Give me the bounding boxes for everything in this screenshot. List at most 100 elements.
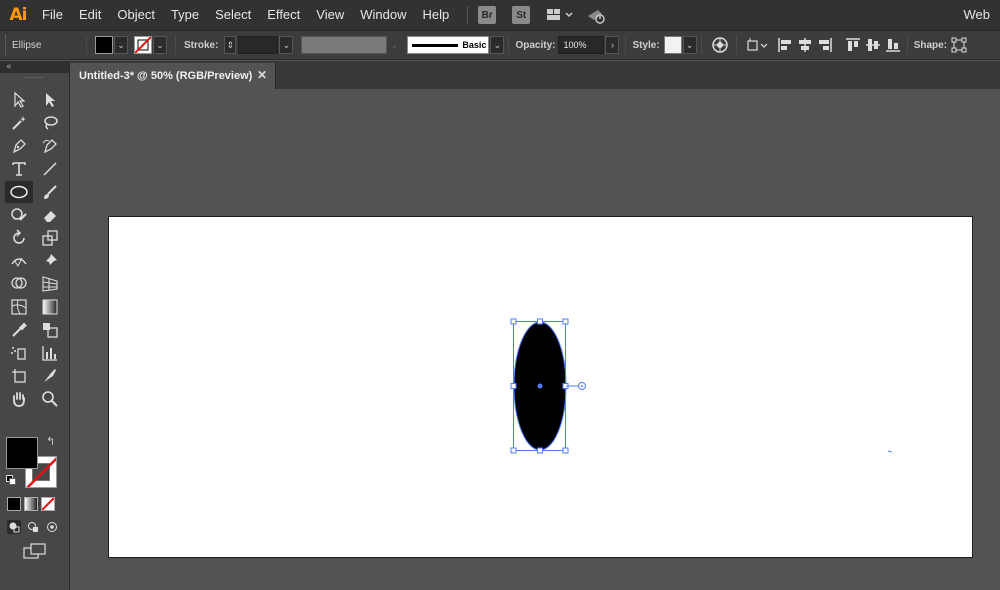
chevron-down-icon: ⌄	[282, 39, 291, 50]
perspective-grid-tool[interactable]	[36, 273, 64, 295]
stroke-weight-field[interactable]	[238, 36, 279, 54]
zoom-tool[interactable]	[36, 388, 64, 410]
fill-swatch[interactable]	[95, 36, 113, 54]
screen-mode-button[interactable]	[23, 543, 47, 563]
document-tab[interactable]: Untitled-3* @ 50% (RGB/Preview) ✕	[70, 63, 276, 89]
draw-normal-button[interactable]	[7, 520, 21, 534]
close-icon[interactable]: ✕	[257, 68, 267, 82]
opacity-label[interactable]: Opacity:	[515, 40, 555, 51]
magic-wand-tool[interactable]	[5, 112, 33, 134]
tools-panel-header[interactable]: «	[0, 61, 69, 73]
align-right-icon	[818, 38, 832, 52]
paintbrush-icon	[44, 185, 57, 199]
arrange-documents-button[interactable]	[544, 5, 578, 25]
shaper-tool[interactable]	[5, 204, 33, 226]
stroke-weight-stepper[interactable]: ⇕	[224, 36, 237, 54]
artboard[interactable]	[108, 216, 973, 558]
menu-select[interactable]: Select	[207, 0, 259, 30]
artboard-tool[interactable]	[5, 365, 33, 387]
puppet-warp-tool[interactable]	[36, 250, 64, 272]
menu-object[interactable]: Object	[109, 0, 163, 30]
variable-width-dropdown[interactable]: ⌄	[387, 36, 402, 54]
menu-file[interactable]: File	[36, 0, 71, 30]
menu-window[interactable]: Window	[352, 0, 414, 30]
eraser-tool[interactable]	[36, 204, 64, 226]
stroke-weight-dropdown[interactable]: ⌄	[279, 36, 294, 54]
symbol-sprayer-icon	[11, 347, 26, 360]
stock-button[interactable]: St	[512, 6, 531, 24]
chevron-down-icon: ⌄	[156, 39, 164, 50]
width-tool[interactable]	[5, 250, 33, 272]
align-vertical-center-button[interactable]	[863, 35, 883, 55]
selection-tool[interactable]	[5, 89, 33, 111]
opacity-arrow[interactable]: ›	[605, 36, 620, 54]
fill-color-box[interactable]	[6, 437, 38, 469]
bridge-button[interactable]: Br	[478, 6, 497, 24]
default-fill-stroke-icon[interactable]	[6, 475, 16, 485]
line-segment-tool[interactable]	[36, 158, 64, 180]
symbol-sprayer-tool[interactable]	[5, 342, 33, 364]
ellipse-tool[interactable]	[5, 181, 33, 203]
align-to-button[interactable]	[745, 35, 771, 55]
control-divider	[175, 35, 176, 55]
recolor-artwork-button[interactable]	[710, 35, 730, 55]
curvature-tool[interactable]	[36, 135, 64, 157]
fill-dropdown[interactable]: ⌄	[114, 36, 128, 54]
variable-width-profile[interactable]	[301, 36, 388, 54]
stepper-icon: ⇕	[226, 39, 235, 50]
brush-name: Basic	[462, 40, 487, 50]
transform-icon	[951, 37, 967, 53]
gpu-performance-button[interactable]	[586, 5, 606, 25]
no-stroke-icon	[135, 37, 151, 53]
type-tool[interactable]	[5, 158, 33, 180]
scale-tool[interactable]	[36, 227, 64, 249]
swap-fill-stroke-icon[interactable]: ↰	[46, 435, 55, 448]
none-slash-icon	[42, 498, 54, 510]
align-right-button[interactable]	[815, 35, 835, 55]
gradient-tool[interactable]	[36, 296, 64, 318]
magic-wand-icon	[12, 116, 26, 130]
graphic-style-swatch[interactable]	[663, 36, 682, 54]
paintbrush-tool[interactable]	[36, 181, 64, 203]
hand-tool[interactable]	[5, 388, 33, 410]
align-horizontal-center-button[interactable]	[795, 35, 815, 55]
stroke-label[interactable]: Stroke:	[184, 40, 218, 51]
stroke-dropdown[interactable]: ⌄	[153, 36, 167, 54]
color-button[interactable]	[7, 497, 21, 511]
menu-edit[interactable]: Edit	[71, 0, 109, 30]
style-label[interactable]: Style:	[632, 40, 659, 51]
column-graph-tool[interactable]	[36, 342, 64, 364]
lasso-tool[interactable]	[36, 112, 64, 134]
graphic-style-dropdown[interactable]: ⌄	[682, 36, 697, 54]
stroke-swatch[interactable]	[134, 36, 152, 54]
blend-tool[interactable]	[36, 319, 64, 341]
align-bottom-button[interactable]	[883, 35, 903, 55]
draw-inside-button[interactable]	[45, 520, 59, 534]
menu-view[interactable]: View	[308, 0, 352, 30]
shape-transform-button[interactable]	[949, 35, 969, 55]
menu-effect[interactable]: Effect	[259, 0, 308, 30]
eyedropper-tool[interactable]	[5, 319, 33, 341]
draw-behind-button[interactable]	[26, 520, 40, 534]
mesh-tool[interactable]	[5, 296, 33, 318]
shape-label[interactable]: Shape:	[914, 40, 947, 51]
menu-help[interactable]: Help	[414, 0, 457, 30]
align-top-button[interactable]	[843, 35, 863, 55]
workspace-switcher[interactable]: Web	[964, 0, 991, 30]
control-bar-grip[interactable]	[5, 35, 10, 55]
draw-inside-icon	[47, 522, 57, 532]
brush-dropdown[interactable]: ⌄	[490, 36, 505, 54]
rotate-icon	[13, 229, 25, 244]
pen-tool[interactable]	[5, 135, 33, 157]
tools-panel-grip[interactable]	[0, 73, 69, 81]
shape-builder-tool[interactable]	[5, 273, 33, 295]
direct-selection-tool[interactable]	[36, 89, 64, 111]
none-button[interactable]	[41, 497, 55, 511]
rotate-tool[interactable]	[5, 227, 33, 249]
gradient-button[interactable]	[24, 497, 38, 511]
align-left-button[interactable]	[775, 35, 795, 55]
opacity-field[interactable]: 100%	[558, 36, 605, 54]
brush-definition[interactable]: Basic	[407, 36, 490, 54]
menu-type[interactable]: Type	[163, 0, 207, 30]
slice-tool[interactable]	[36, 365, 64, 387]
